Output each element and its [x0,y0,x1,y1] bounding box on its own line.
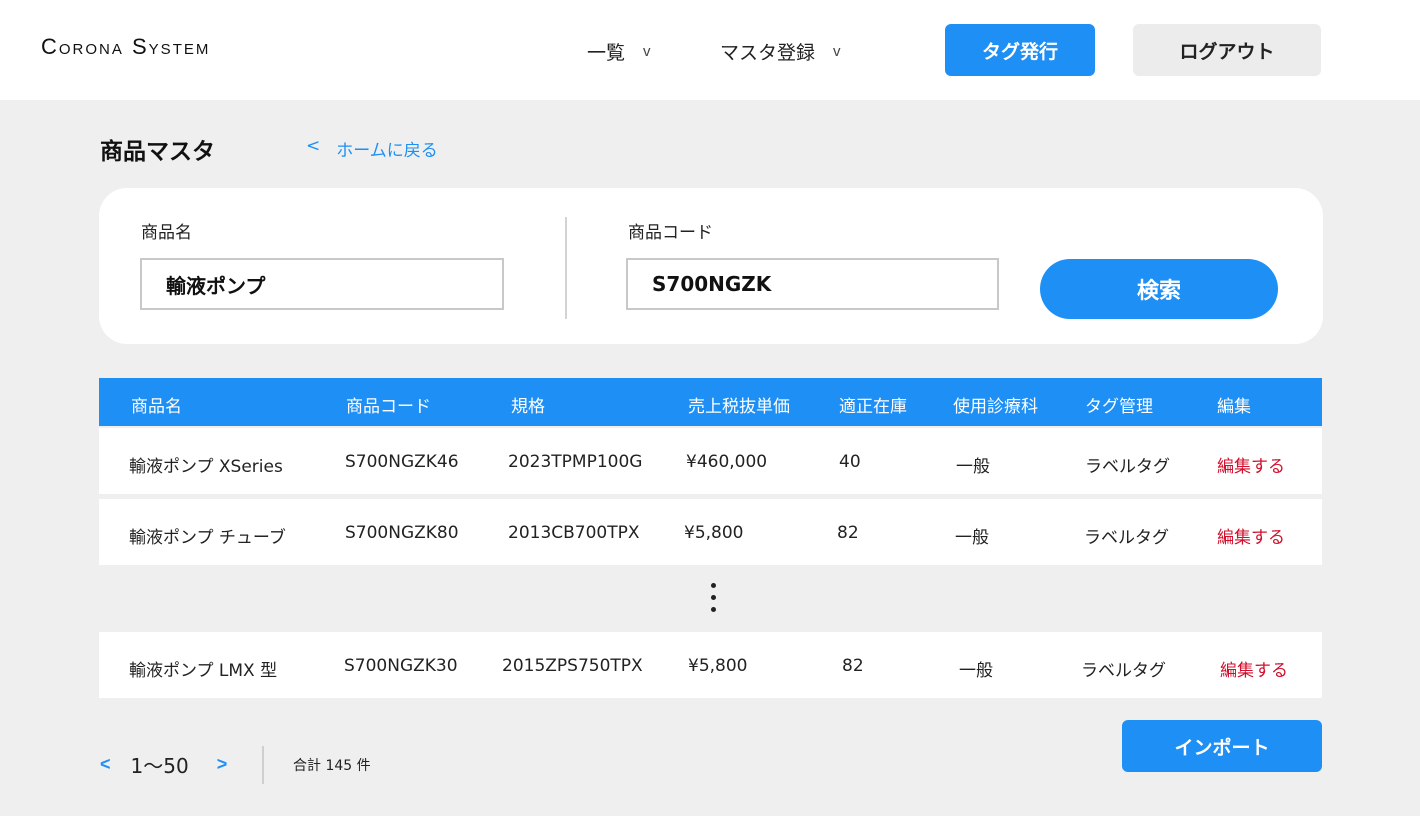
cell-product-code: S700NGZK46 [345,452,459,472]
cell-product-name: 輸液ポンプ LMX 型 [129,661,278,681]
nav-list-menu[interactable]: 一覧 v [587,38,651,65]
column-header: 売上税抜単価 [688,397,790,417]
page-title: 商品マスタ [100,139,215,165]
search-button[interactable]: 検索 [1040,259,1278,319]
product-code-input[interactable]: S700NGZK [626,258,999,310]
product-name-label: 商品名 [141,223,192,243]
cell-department: 一般 [956,457,990,477]
nav-master-register-label: マスタ登録 [720,42,816,64]
cell-tag-type: ラベルタグ [1084,528,1169,548]
cell-product-code: S700NGZK80 [345,523,459,543]
cell-tag-type: ラベルタグ [1081,661,1166,681]
cell-price: ¥5,800 [684,523,744,543]
column-header: 商品コード [346,397,431,417]
edit-link[interactable]: 編集する [1220,656,1288,681]
cell-price: ¥460,000 [686,452,768,472]
chevron-right-icon[interactable]: > [217,754,228,775]
page-range: 1〜50 [130,754,189,778]
chevron-down-icon: v [643,43,651,60]
more-rows-ellipsis-icon [711,583,716,612]
chevron-down-icon: v [833,43,841,60]
pager-divider [262,746,264,784]
product-table: 商品名 商品コード 規格 売上税抜単価 適正在庫 使用診療科 タグ管理 編集 輸… [99,378,1322,698]
search-panel: 商品名 輸液ポンプ 商品コード S700NGZK 検索 [99,188,1323,344]
cell-product-code: S700NGZK30 [344,656,458,676]
edit-link[interactable]: 編集する [1217,452,1285,477]
product-code-label: 商品コード [628,223,713,243]
back-home-link[interactable]: < ホームに戻る [306,136,438,161]
table-header: 商品名 商品コード 規格 売上税抜単価 適正在庫 使用診療科 タグ管理 編集 [99,378,1322,426]
column-header: 編集 [1217,397,1251,417]
cell-stock: 82 [842,656,864,676]
column-header: 商品名 [131,397,182,417]
nav-master-register-menu[interactable]: マスタ登録 v [720,38,841,65]
cell-stock: 82 [837,523,859,543]
cell-product-name: 輸液ポンプ XSeries [129,457,283,477]
cell-spec: 2013CB700TPX [508,523,640,543]
cell-spec: 2023TPMP100G [508,452,643,472]
table-row[interactable]: 輸液ポンプ XSeries S700NGZK46 2023TPMP100G ¥4… [99,428,1322,494]
top-header: Corona System 一覧 v マスタ登録 v タグ発行 ログアウト [0,0,1420,100]
column-header: 適正在庫 [839,397,907,417]
total-count: 合計 145 件 [293,758,371,774]
import-button[interactable]: インポート [1122,720,1322,772]
cell-department: 一般 [955,528,989,548]
column-header: 使用診療科 [953,397,1038,417]
cell-product-name: 輸液ポンプ チューブ [129,528,286,548]
app-logo[interactable]: Corona System [41,34,210,60]
edit-link[interactable]: 編集する [1217,523,1285,548]
column-header: 規格 [511,397,545,417]
product-name-input[interactable]: 輸液ポンプ [140,258,504,310]
cell-stock: 40 [839,452,861,472]
search-divider [565,217,567,319]
cell-tag-type: ラベルタグ [1085,457,1170,477]
tag-issue-button[interactable]: タグ発行 [945,24,1095,76]
column-header: タグ管理 [1085,397,1153,417]
pagination: < 1〜50 > [100,750,227,779]
logout-button[interactable]: ログアウト [1133,24,1321,76]
table-row[interactable]: 輸液ポンプ チューブ S700NGZK80 2013CB700TPX ¥5,80… [99,499,1322,565]
cell-spec: 2015ZPS750TPX [502,656,643,676]
table-row[interactable]: 輸液ポンプ LMX 型 S700NGZK30 2015ZPS750TPX ¥5,… [99,632,1322,698]
cell-department: 一般 [959,661,993,681]
nav-list-label: 一覧 [587,42,626,64]
cell-price: ¥5,800 [688,656,748,676]
back-home-label: ホームに戻る [336,141,438,161]
chevron-left-icon: < [306,136,321,156]
chevron-left-icon[interactable]: < [100,754,111,775]
